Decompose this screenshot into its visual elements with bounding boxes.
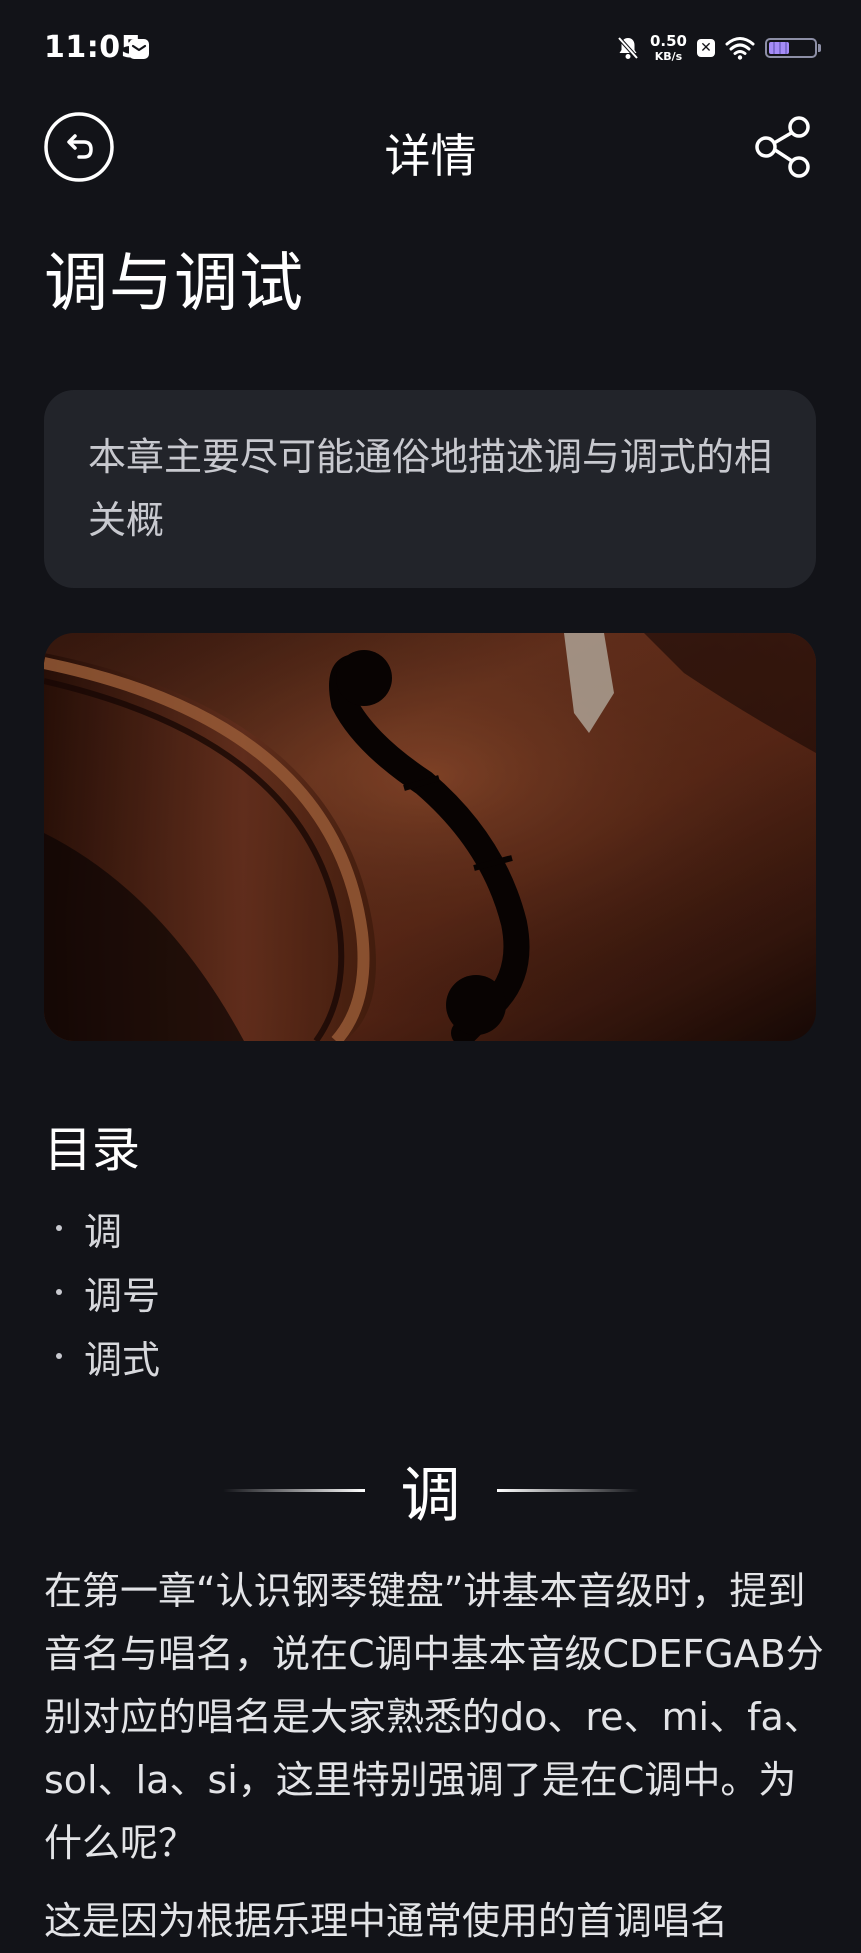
toc-item-label: 调式 bbox=[84, 1337, 161, 1382]
message-icon bbox=[129, 39, 149, 59]
top-app-bar: 详情 bbox=[0, 110, 861, 190]
body-paragraph-partial: 这是因为根据乐理中通常使用的首调唱名 bbox=[44, 1899, 729, 1943]
section-divider-left bbox=[222, 1488, 365, 1492]
bullet-dot bbox=[56, 1353, 62, 1359]
network-speed: 0.50 KB/s bbox=[649, 32, 687, 63]
toc-item[interactable]: 调号 bbox=[56, 1260, 160, 1324]
network-speed-unit: KB/s bbox=[654, 50, 683, 63]
no-sim-icon: ✕ bbox=[697, 39, 715, 57]
hero-image bbox=[44, 633, 816, 1041]
battery-icon bbox=[765, 38, 821, 58]
section-title: 调 bbox=[400, 1460, 461, 1531]
article-title: 调与调试 bbox=[44, 247, 304, 321]
toc-item-label: 调号 bbox=[84, 1273, 161, 1318]
section-heading: 调 bbox=[0, 1450, 861, 1531]
status-bar: 11:05 0.50 KB/s ✕ bbox=[0, 0, 861, 100]
toc-item[interactable]: 调式 bbox=[56, 1324, 160, 1388]
summary-card: 本章主要尽可能通俗地描述调与调式的相关概 bbox=[44, 390, 816, 588]
bullet-dot bbox=[56, 1225, 62, 1231]
body-paragraph: 在第一章“认识钢琴键盘”讲基本音级时，提到音名与唱名，说在C调中基本音级CDEF… bbox=[44, 1569, 824, 1865]
bell-off-icon bbox=[617, 36, 639, 60]
toc-title: 目录 bbox=[44, 1122, 141, 1178]
header-title: 详情 bbox=[384, 129, 477, 183]
section-divider-right bbox=[496, 1488, 639, 1492]
toc-item-label: 调 bbox=[84, 1209, 123, 1254]
battery-level-fill bbox=[769, 42, 789, 54]
share-button[interactable] bbox=[751, 114, 817, 180]
toc-item[interactable]: 调 bbox=[56, 1196, 160, 1260]
wifi-icon bbox=[725, 37, 755, 60]
network-speed-value: 0.50 bbox=[649, 32, 687, 50]
bullet-dot bbox=[56, 1289, 62, 1295]
summary-text: 本章主要尽可能通俗地描述调与调式的相关概 bbox=[88, 435, 773, 542]
toc-list: 调 调号 调式 bbox=[56, 1196, 160, 1388]
